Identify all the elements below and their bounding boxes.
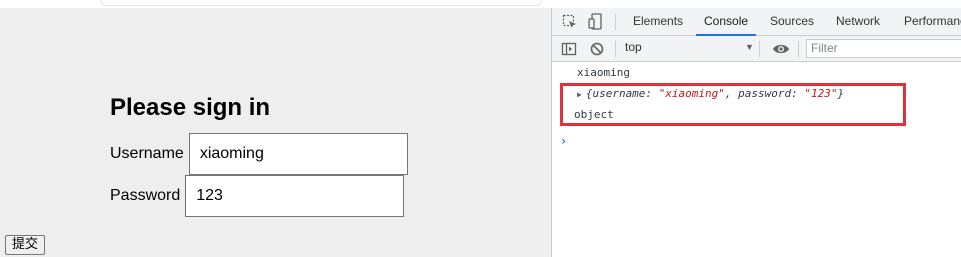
address-bar-edge (100, 0, 542, 6)
page-heading: Please sign in (110, 94, 271, 121)
tab-network[interactable]: Network (836, 8, 880, 35)
devtools-panel: Elements Console Sources Network Perform… (551, 8, 961, 257)
password-input[interactable]: 123 (185, 175, 405, 217)
password-label: Password (110, 187, 181, 204)
console-sidebar-icon[interactable] (561, 41, 577, 57)
devtools-tab-bar: Elements Console Sources Network Perform… (552, 8, 961, 36)
tab-separator (615, 14, 616, 30)
password-value: 123 (196, 187, 223, 204)
username-label: Username (110, 145, 184, 162)
console-output: xiaoming ▶ {username: "xiaoming", passwor… (552, 62, 961, 257)
dropdown-caret-icon[interactable]: ▼ (745, 42, 754, 52)
device-toolbar-icon[interactable] (588, 13, 604, 31)
toolbar-separator (615, 41, 616, 57)
tab-sources[interactable]: Sources (770, 8, 814, 35)
toolbar-separator-3 (798, 41, 799, 57)
page-viewport: Please sign in Username xiaoming Passwor… (0, 8, 551, 257)
username-input[interactable]: xiaoming (188, 133, 408, 175)
console-toolbar: top ▼ Filter (552, 36, 961, 62)
annotation-highlight-box (560, 83, 906, 126)
username-value: xiaoming (199, 145, 264, 162)
clear-console-icon[interactable] (589, 41, 605, 57)
context-selector[interactable]: top (625, 40, 642, 54)
screen: Please sign in Username xiaoming Passwor… (0, 0, 961, 257)
live-expression-icon[interactable] (772, 42, 790, 56)
tab-elements[interactable]: Elements (633, 8, 683, 35)
filter-input[interactable]: Filter (806, 39, 961, 58)
tab-performance[interactable]: Performanc (904, 8, 961, 35)
username-row: Username xiaoming (110, 133, 408, 175)
browser-top-strip (0, 0, 961, 8)
inspect-element-icon[interactable] (562, 14, 578, 30)
log-line-username: xiaoming (577, 64, 630, 82)
submit-button[interactable]: 提交 (5, 235, 46, 255)
tab-console[interactable]: Console (695, 8, 757, 36)
console-prompt-icon[interactable]: › (560, 134, 567, 148)
log-text: xiaoming (577, 66, 630, 79)
password-row: Password 123 (110, 175, 405, 217)
toolbar-separator-2 (759, 41, 760, 57)
